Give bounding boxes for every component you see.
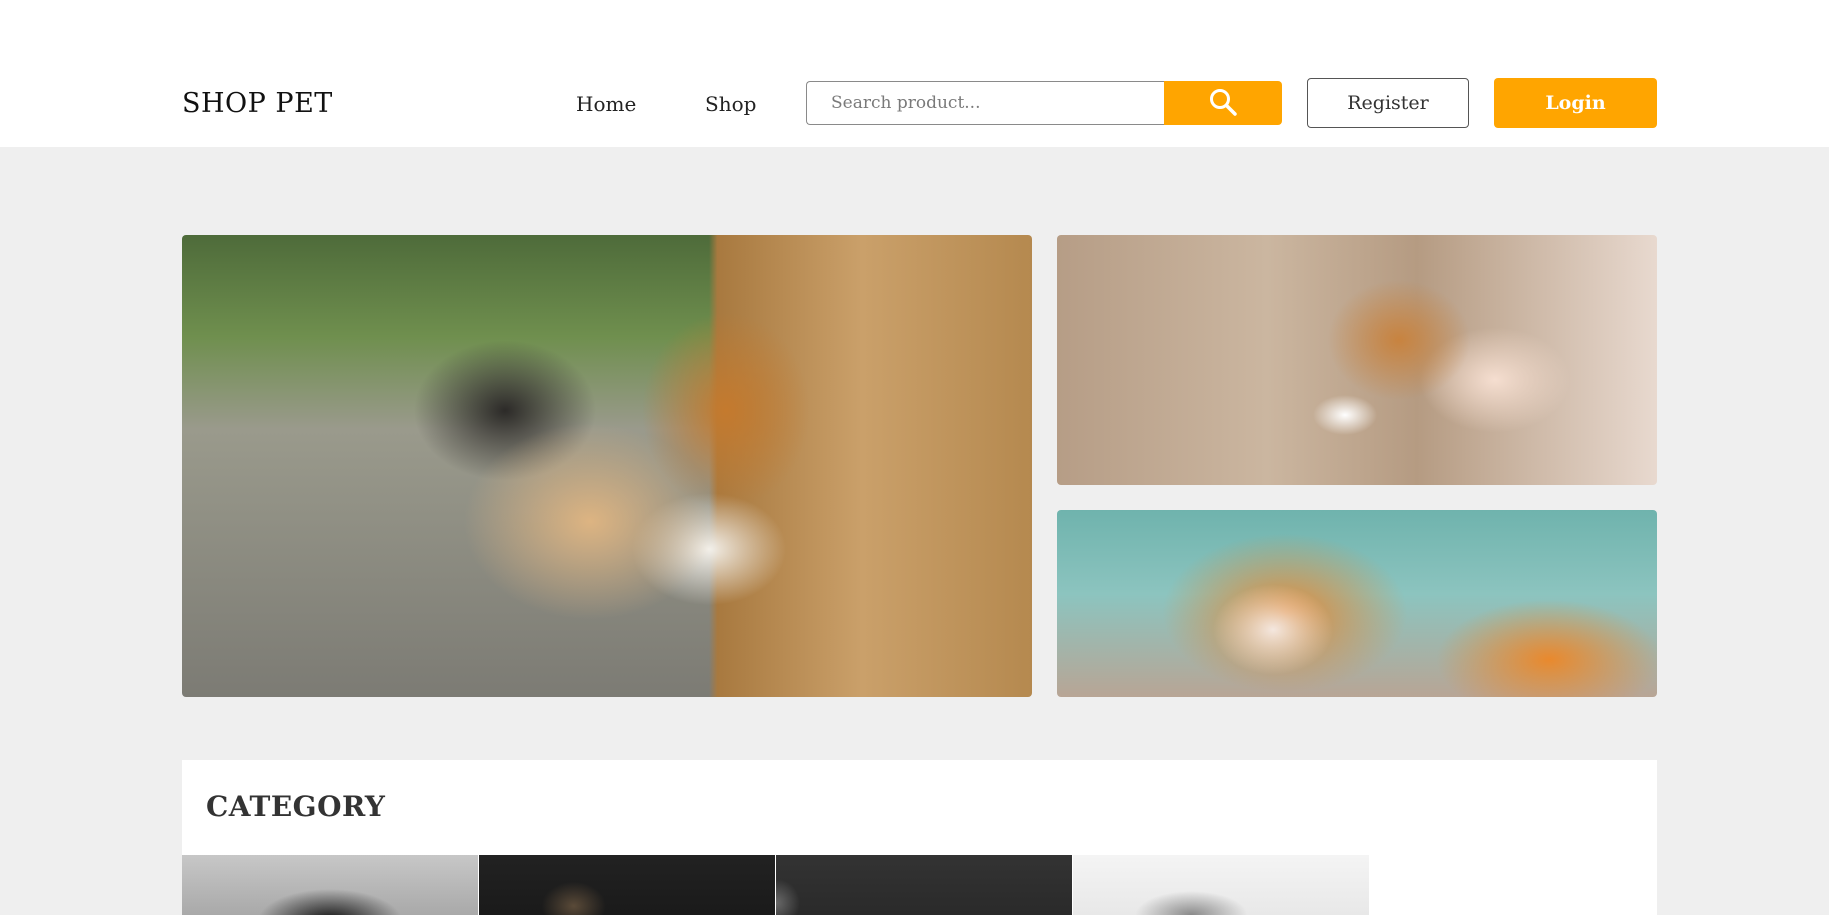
search-button[interactable] bbox=[1164, 81, 1282, 125]
top-header: SHOP PET Home Shop Register Login bbox=[0, 0, 1829, 147]
category-thumb-4[interactable] bbox=[1073, 855, 1369, 915]
category-thumb-dog[interactable] bbox=[182, 855, 478, 915]
hero-corgi-image[interactable] bbox=[182, 235, 1032, 697]
search-input[interactable] bbox=[806, 81, 1164, 125]
category-thumb-2[interactable] bbox=[479, 855, 775, 915]
login-button[interactable]: Login bbox=[1494, 78, 1657, 128]
nav-shop-link[interactable]: Shop bbox=[705, 92, 756, 116]
search-icon bbox=[1208, 87, 1238, 120]
category-thumb-3[interactable] bbox=[776, 855, 1072, 915]
nav-home-link[interactable]: Home bbox=[576, 92, 636, 116]
hero-cat-image[interactable] bbox=[1057, 510, 1657, 697]
register-button[interactable]: Register bbox=[1307, 78, 1469, 128]
category-title: CATEGORY bbox=[206, 790, 386, 823]
site-logo[interactable]: SHOP PET bbox=[182, 88, 333, 119]
category-section: CATEGORY bbox=[182, 760, 1657, 915]
hero-hamster-image[interactable] bbox=[1057, 235, 1657, 485]
